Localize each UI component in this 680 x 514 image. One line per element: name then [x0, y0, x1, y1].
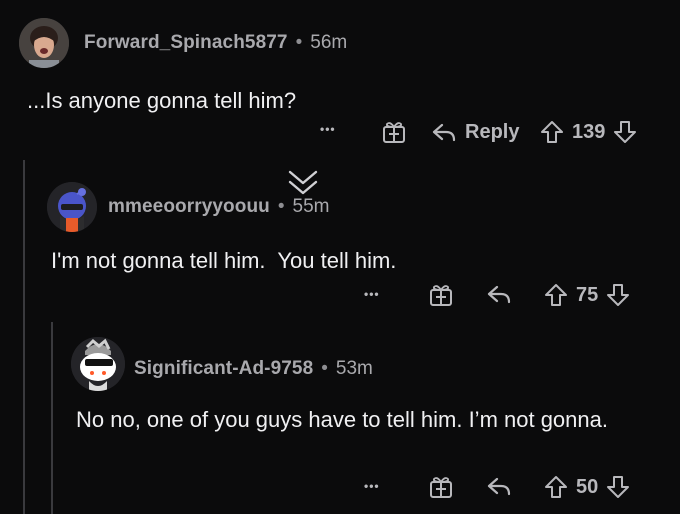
award-icon	[383, 122, 405, 143]
avatar[interactable]	[19, 18, 69, 68]
reply-label: Reply	[465, 121, 520, 143]
upvote-icon[interactable]	[544, 475, 568, 499]
reply-arrow-icon	[487, 285, 511, 304]
comment-body: I'm not gonna tell him. You tell him.	[51, 248, 397, 273]
chevron-down-icon	[288, 170, 318, 195]
award-icon	[430, 285, 452, 306]
vote-score: 50	[576, 475, 599, 498]
downvote-icon[interactable]	[613, 120, 637, 144]
separator-dot: •	[321, 358, 328, 379]
username[interactable]: Significant-Ad-9758	[134, 358, 313, 380]
vote-controls: 139	[540, 120, 637, 144]
vote-score: 75	[576, 283, 599, 306]
reply-button[interactable]: Reply	[431, 121, 519, 144]
vote-score: 139	[572, 120, 606, 143]
upvote-icon[interactable]	[544, 283, 568, 307]
avatar[interactable]	[71, 337, 125, 391]
thread-line-level-1[interactable]	[23, 160, 25, 514]
reply-button[interactable]	[486, 476, 512, 498]
collapse-thread-button[interactable]	[287, 168, 319, 198]
comment-body: No no, one of you guys have to tell him.…	[76, 407, 608, 432]
timestamp: 53m	[335, 358, 373, 379]
reply-button[interactable]	[486, 284, 512, 306]
more-options-button[interactable]: •••	[320, 122, 336, 136]
more-options-button[interactable]: •••	[364, 287, 380, 301]
vote-controls: 50	[544, 475, 630, 499]
award-button[interactable]	[381, 120, 407, 144]
avatar[interactable]	[47, 182, 97, 232]
comment-body: ...Is anyone gonna tell him?	[27, 88, 297, 113]
timestamp: 56m	[310, 32, 348, 53]
timestamp: 55m	[292, 196, 330, 217]
separator-dot: •	[295, 32, 303, 53]
award-button[interactable]	[428, 475, 454, 499]
separator-dot: •	[277, 196, 285, 217]
downvote-icon[interactable]	[606, 283, 630, 307]
award-button[interactable]	[428, 283, 454, 307]
username[interactable]: mmeeoorryyoouu	[108, 196, 270, 218]
downvote-icon[interactable]	[606, 475, 630, 499]
more-options-button[interactable]: •••	[364, 479, 380, 493]
reply-arrow-icon	[432, 123, 456, 141]
reply-arrow-icon	[487, 477, 511, 496]
username[interactable]: Forward_Spinach5877	[84, 32, 288, 54]
award-icon	[430, 477, 452, 498]
vote-controls: 75	[544, 283, 630, 307]
thread-line-level-2[interactable]	[51, 322, 53, 514]
upvote-icon[interactable]	[540, 120, 564, 144]
